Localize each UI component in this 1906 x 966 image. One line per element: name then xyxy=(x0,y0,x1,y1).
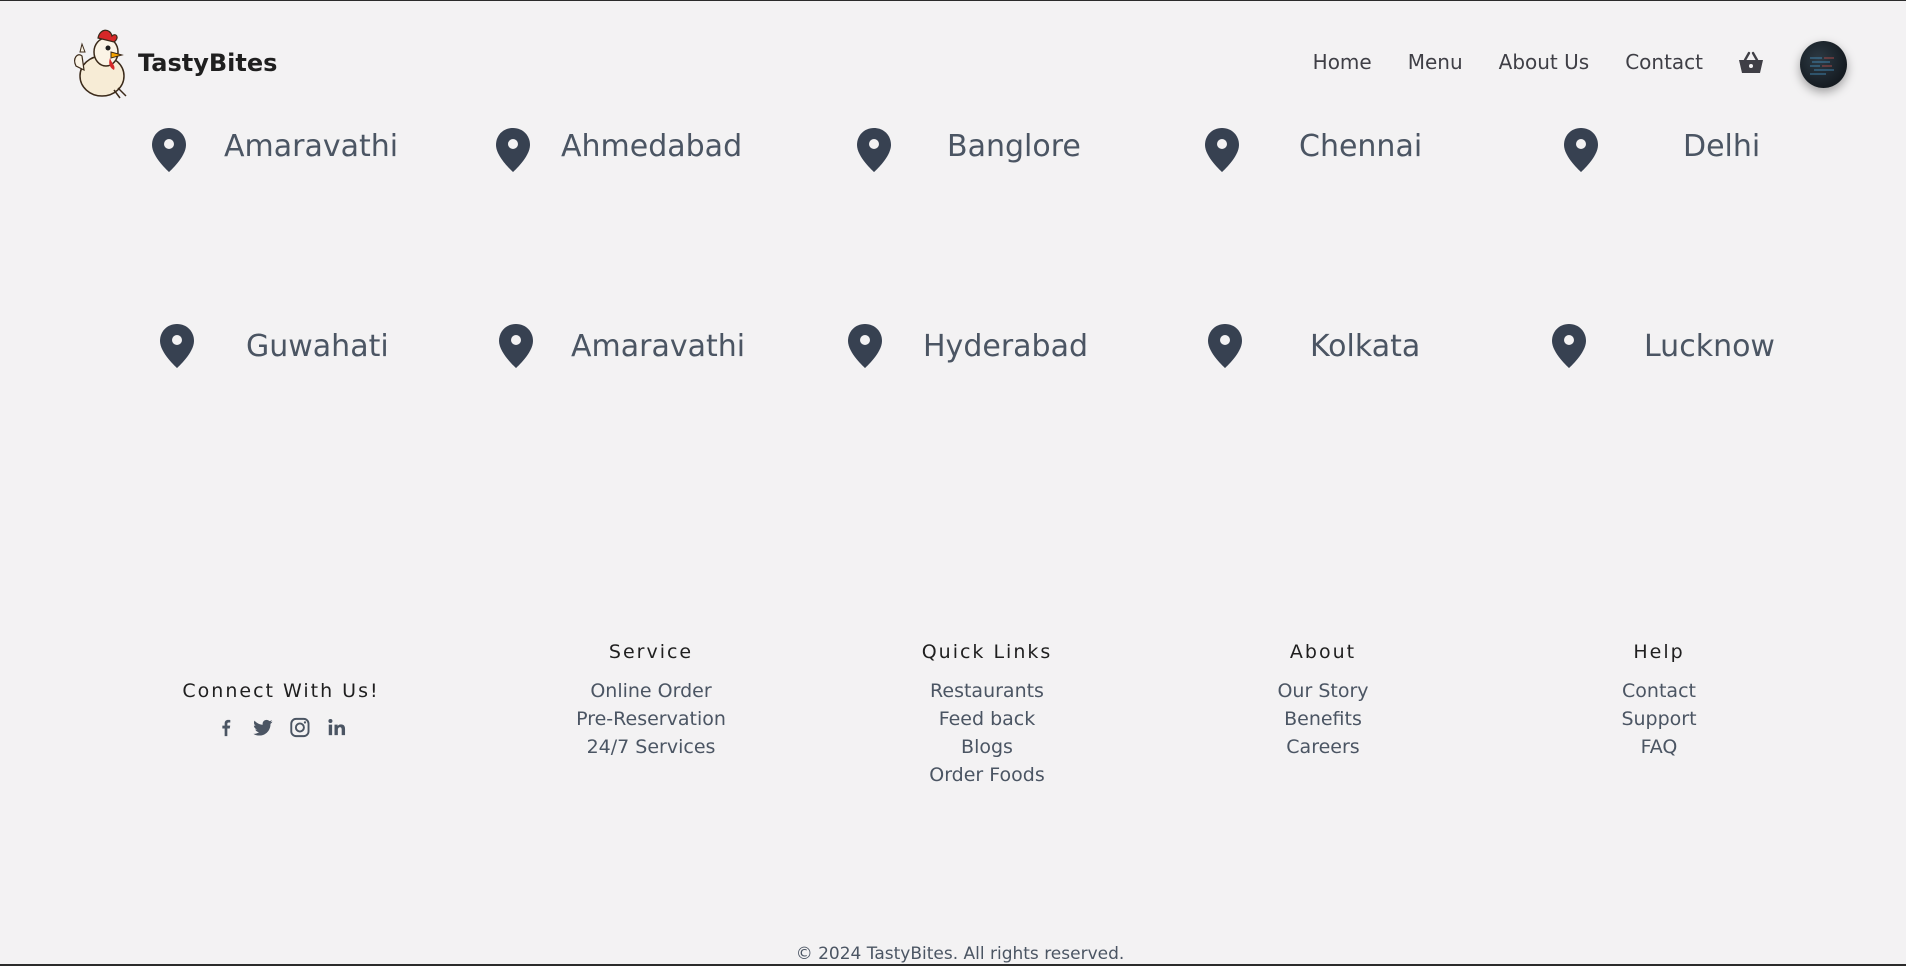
nav-contact[interactable]: Contact xyxy=(1625,50,1703,74)
footer-link-our-story[interactable]: Our Story xyxy=(1277,677,1368,705)
location-name: Delhi xyxy=(1683,129,1761,164)
connect-heading: Connect With Us! xyxy=(182,680,380,702)
map-pin-icon xyxy=(1564,128,1598,172)
location-item[interactable]: Ahmedabad xyxy=(495,125,755,175)
map-pin-icon xyxy=(1205,128,1239,172)
footer-link-pre-reservation[interactable]: Pre-Reservation xyxy=(576,705,726,733)
location-name: Kolkata xyxy=(1310,329,1421,364)
footer-link-online-order[interactable]: Online Order xyxy=(576,677,726,705)
nav-home[interactable]: Home xyxy=(1313,50,1372,74)
footer-service-column: Service Online Order Pre-Reservation 24/… xyxy=(576,641,726,761)
navbar: TastyBites Home Menu About Us Contact xyxy=(0,1,1906,116)
footer-link-feedback[interactable]: Feed back xyxy=(922,705,1053,733)
location-item[interactable]: Chennai xyxy=(1204,125,1444,175)
location-item[interactable]: Guwahati xyxy=(159,321,399,371)
location-item[interactable]: Delhi xyxy=(1563,125,1783,175)
footer-heading: Quick Links xyxy=(921,641,1053,663)
brand-logo-link[interactable]: TastyBites xyxy=(70,26,277,100)
social-links xyxy=(182,716,379,739)
location-name: Amaravathi xyxy=(224,129,399,164)
location-name: Guwahati xyxy=(246,329,389,364)
avatar-image xyxy=(1810,57,1834,75)
footer-quick-links-column: Quick Links Restaurants Feed back Blogs … xyxy=(922,641,1053,789)
map-pin-icon xyxy=(1208,324,1242,368)
footer-link-benefits[interactable]: Benefits xyxy=(1277,705,1368,733)
location-name: Lucknow xyxy=(1644,329,1775,364)
main-nav: Home Menu About Us Contact xyxy=(1313,50,1703,74)
footer-heading: Service xyxy=(608,641,694,663)
map-pin-icon xyxy=(160,324,194,368)
footer-link-support[interactable]: Support xyxy=(1621,705,1696,733)
location-item[interactable]: Amaravathi xyxy=(498,321,748,371)
brand-name: TastyBites xyxy=(138,49,278,77)
footer-heading: Help xyxy=(1633,641,1685,663)
footer-link-blogs[interactable]: Blogs xyxy=(922,733,1053,761)
linkedin-icon[interactable] xyxy=(325,716,348,739)
map-pin-icon xyxy=(152,128,186,172)
location-item[interactable]: Hyderabad xyxy=(847,321,1107,371)
location-name: Hyderabad xyxy=(923,329,1088,364)
location-name: Amaravathi xyxy=(571,329,746,364)
map-pin-icon xyxy=(496,128,530,172)
location-item[interactable]: Amaravathi xyxy=(151,125,401,175)
footer-connect: Connect With Us! xyxy=(182,680,379,739)
footer-link-faq[interactable]: FAQ xyxy=(1621,733,1696,761)
footer-link-24-7-services[interactable]: 24/7 Services xyxy=(576,733,726,761)
nav-about-us[interactable]: About Us xyxy=(1499,50,1590,74)
map-pin-icon xyxy=(857,128,891,172)
nav-menu[interactable]: Menu xyxy=(1408,50,1463,74)
footer-link-order-foods[interactable]: Order Foods xyxy=(922,761,1053,789)
shopping-basket-icon[interactable] xyxy=(1737,51,1765,75)
location-name: Chennai xyxy=(1299,129,1423,164)
location-item[interactable]: Lucknow xyxy=(1551,321,1791,371)
twitter-icon[interactable] xyxy=(251,716,274,739)
map-pin-icon xyxy=(848,324,882,368)
location-item[interactable]: Banglore xyxy=(856,125,1096,175)
map-pin-icon xyxy=(499,324,533,368)
copyright-text: © 2024 TastyBites. All rights reserved. xyxy=(795,944,1125,964)
location-name: Banglore xyxy=(947,129,1081,164)
footer-link-contact[interactable]: Contact xyxy=(1621,677,1696,705)
instagram-icon[interactable] xyxy=(288,716,311,739)
footer-help-column: Help Contact Support FAQ xyxy=(1621,641,1696,761)
user-avatar[interactable] xyxy=(1800,41,1847,88)
rooster-mascot-icon xyxy=(74,29,127,99)
facebook-icon[interactable] xyxy=(214,716,237,739)
footer-link-restaurants[interactable]: Restaurants xyxy=(922,677,1053,705)
location-item[interactable]: Kolkata xyxy=(1207,321,1437,371)
map-pin-icon xyxy=(1552,324,1586,368)
footer-heading: About xyxy=(1289,641,1357,663)
footer-about-column: About Our Story Benefits Careers xyxy=(1277,641,1368,761)
location-name: Ahmedabad xyxy=(561,129,743,164)
footer-link-careers[interactable]: Careers xyxy=(1277,733,1368,761)
